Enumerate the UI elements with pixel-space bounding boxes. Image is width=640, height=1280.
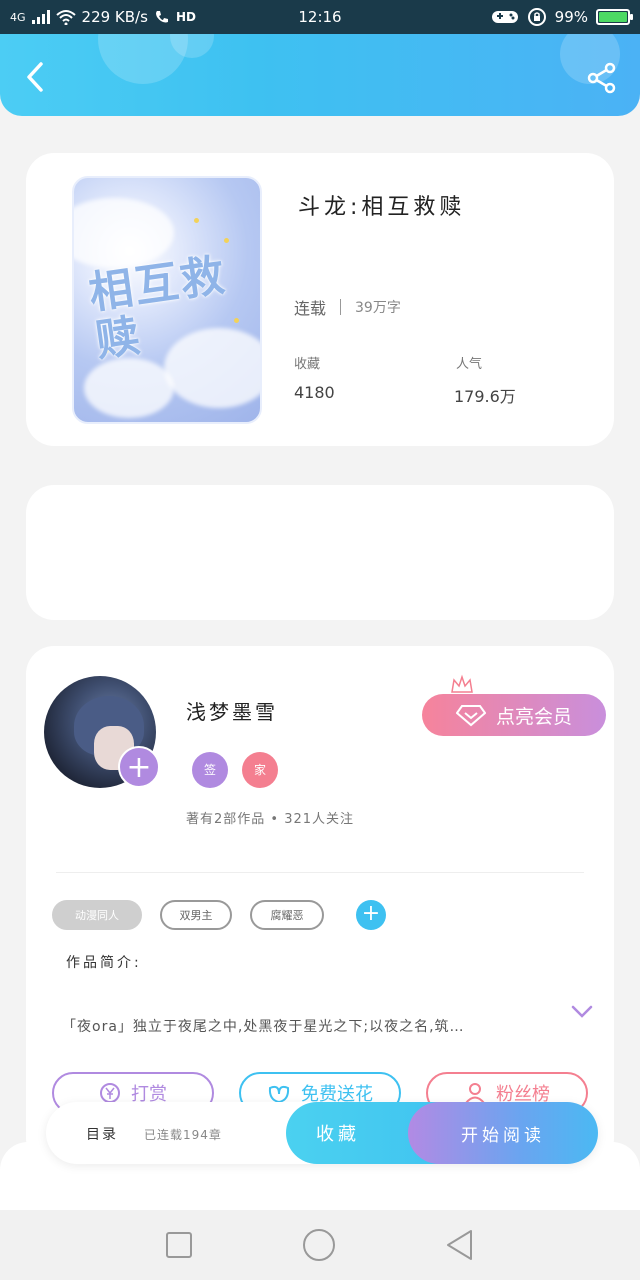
favorites-value: 4180 — [294, 383, 335, 402]
empty-card — [26, 485, 614, 620]
wifi-icon — [55, 10, 76, 25]
header — [0, 34, 640, 116]
net-speed: 229 KB/s — [81, 8, 148, 26]
crown-icon — [451, 674, 473, 693]
follow-author-button[interactable]: + — [118, 746, 160, 788]
intro-label: 作品简介: — [66, 955, 142, 971]
user-icon — [465, 1083, 485, 1104]
share-icon — [587, 62, 616, 94]
vip-button-label: 点亮会员 — [495, 705, 572, 728]
book-cover[interactable]: 相互救赎 — [72, 176, 262, 424]
cover-star — [194, 218, 199, 223]
status-left: 4G 229 KB/s HD — [10, 8, 196, 26]
book-info-card: 相互救赎 斗龙:相互救赎 连载 39万字 收藏 4180 人气 179.6万 — [26, 153, 614, 446]
status-bar: 4G 229 KB/s HD 12:16 99% — [0, 0, 640, 34]
chevron-left-icon — [27, 62, 43, 92]
tag-item[interactable]: 双男主 — [160, 900, 232, 930]
signed-badge: 签 — [192, 752, 228, 788]
cover-cloud — [74, 198, 174, 268]
author-name: 浅梦墨雪 — [186, 700, 278, 724]
popularity-label: 人气 — [456, 357, 483, 372]
cover-cloud — [84, 358, 174, 418]
intro-text: 「夜ora」独立于夜尾之中,处黑夜于星光之下;以夜之名,筑… — [62, 1019, 465, 1035]
vip-button[interactable]: 点亮会员 — [422, 694, 606, 736]
signal-icon — [31, 10, 50, 24]
battery-icon — [596, 9, 633, 25]
recents-button[interactable] — [165, 1231, 193, 1259]
author-card: + 浅梦墨雪 签 家 著有2部作品 • 321人关注 点亮会员 动漫同人 双男主… — [26, 646, 614, 1166]
serial-status: 连载 — [294, 299, 327, 318]
flower-icon — [268, 1085, 290, 1104]
favorites-label: 收藏 — [294, 357, 321, 372]
status-right: 99% — [491, 7, 633, 27]
toc-button[interactable]: 目录 — [86, 1124, 118, 1144]
back-button[interactable] — [20, 60, 50, 94]
chapter-count: 已连载194章 — [144, 1128, 222, 1142]
diamond-icon — [455, 705, 486, 727]
tag-item[interactable]: 腐耀恶 — [250, 900, 324, 930]
gamepad-icon — [491, 11, 518, 23]
start-reading-button[interactable]: 开始阅读 — [408, 1102, 598, 1164]
rotation-lock-icon — [527, 8, 546, 26]
bottom-action-bar: 目录 已连载194章 收藏 开始阅读 — [46, 1102, 598, 1164]
yen-coin-icon — [100, 1083, 120, 1103]
family-badge: 家 — [242, 752, 278, 788]
system-nav-bar — [0, 1210, 640, 1280]
home-button[interactable] — [302, 1228, 336, 1262]
cover-star — [224, 238, 229, 243]
battery-level — [599, 12, 627, 22]
book-title: 斗龙:相互救赎 — [298, 195, 466, 220]
tag-item[interactable]: 动漫同人 — [52, 900, 142, 930]
popularity-value: 179.6万 — [454, 387, 516, 406]
author-meta: 著有2部作品 • 321人关注 — [186, 812, 355, 827]
word-count: 39万字 — [355, 300, 401, 316]
phone-icon — [155, 11, 168, 23]
book-status-row: 连载 39万字 — [294, 295, 401, 319]
hd-badge: HD — [175, 10, 196, 24]
divider — [56, 872, 584, 873]
chevron-down-icon[interactable] — [570, 1004, 594, 1020]
back-nav-button[interactable] — [445, 1229, 475, 1261]
add-tag-button[interactable]: + — [356, 900, 386, 930]
share-button[interactable] — [586, 62, 618, 94]
battery-percent: 99% — [554, 8, 588, 26]
divider — [340, 299, 342, 315]
network-type: 4G — [10, 10, 26, 24]
